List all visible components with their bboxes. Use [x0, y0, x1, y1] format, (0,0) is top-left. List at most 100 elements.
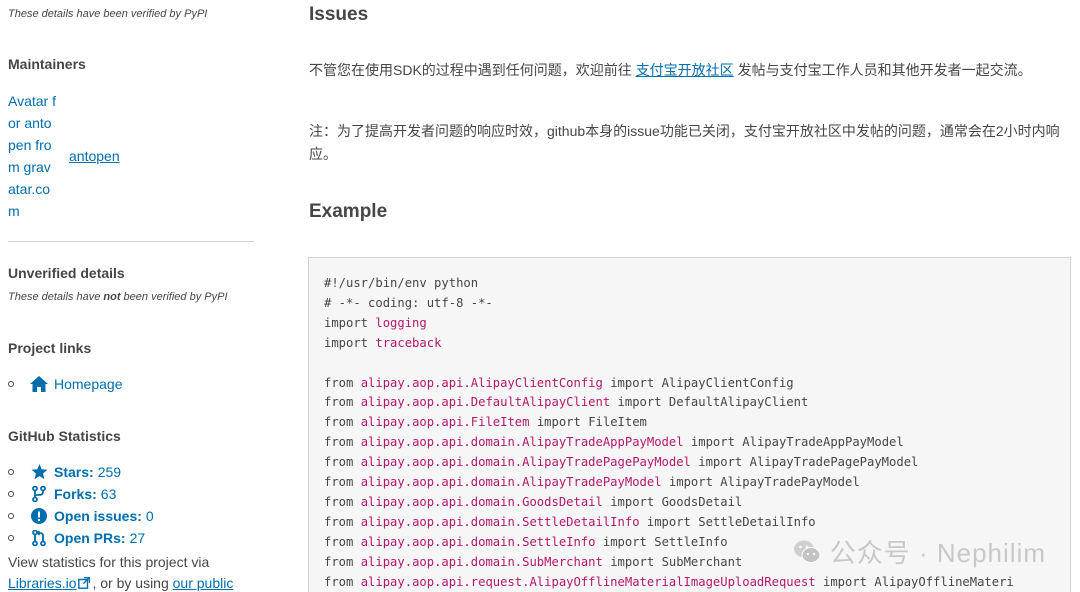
- code-keyword: from: [324, 554, 354, 569]
- code-keyword: from: [324, 415, 354, 430]
- bullet: [8, 491, 14, 497]
- code-keyword: import: [646, 514, 691, 529]
- unverified-note-bold: not: [103, 291, 121, 303]
- code-keyword: import: [324, 315, 369, 330]
- avatar[interactable]: Avatar for antopen from gravatar.com: [8, 90, 58, 222]
- stat-stars[interactable]: Stars: 259: [8, 461, 154, 483]
- code-name: SettleInfo: [654, 534, 728, 549]
- example-title: Example: [309, 201, 388, 222]
- unverified-title: Unverified details: [8, 265, 125, 281]
- code-line: from alipay.aop.api.domain.AlipayTradeAp…: [324, 433, 1014, 453]
- code-name: AlipayOfflineMateri: [874, 574, 1014, 589]
- stats-text-mid: , or by using: [92, 575, 169, 591]
- code-keyword: from: [324, 375, 354, 390]
- code-keyword: from: [324, 475, 354, 490]
- code-line: from alipay.aop.api.domain.AlipayTradePa…: [324, 473, 1014, 493]
- code-name: FileItem: [588, 415, 647, 430]
- code-keyword: import: [690, 435, 735, 450]
- code-line: from alipay.aop.api.domain.GoodsDetail i…: [324, 493, 1014, 513]
- libraries-io-link[interactable]: Libraries.io: [8, 575, 76, 591]
- verified-note: These details have been verified by PyPI: [8, 8, 208, 20]
- code-module: alipay.aop.api.FileItem: [360, 415, 530, 430]
- pull-request-icon: [30, 529, 48, 547]
- code-keyword: import: [602, 534, 647, 549]
- bullet: [8, 513, 14, 519]
- code-keyword: from: [324, 494, 354, 509]
- watermark-text: 公众号 · Nephilim: [829, 538, 1046, 568]
- code-keyword: import: [668, 475, 713, 490]
- stat-value: 27: [129, 530, 146, 546]
- code-module: alipay.aop.api.domain.SettleInfo: [360, 534, 596, 549]
- stat-label: Open PRs:: [54, 530, 126, 546]
- code-name: GoodsDetail: [661, 494, 743, 509]
- maintainers-title: Maintainers: [8, 56, 86, 72]
- code-line: # -*- coding: utf-8 -*-: [324, 294, 1014, 314]
- code-module: alipay.aop.api.domain.SettleDetailInfo: [360, 514, 640, 529]
- code-keyword: import: [610, 554, 655, 569]
- homepage-link[interactable]: Homepage: [8, 373, 123, 395]
- unverified-note-pre: These details have: [8, 291, 104, 303]
- stat-label: Stars:: [54, 464, 94, 480]
- stat-label: Forks:: [54, 486, 97, 502]
- code-keyword: from: [324, 574, 354, 589]
- code-line: from alipay.aop.api.domain.AlipayTradePa…: [324, 453, 1014, 473]
- stat-open-prs[interactable]: Open PRs: 27: [8, 527, 154, 549]
- divider: [8, 241, 254, 242]
- stat-forks[interactable]: Forks: 63: [8, 483, 154, 505]
- code-line: import traceback: [324, 334, 1014, 354]
- stat-open-issues[interactable]: Open issues: 0: [8, 505, 154, 527]
- unverified-note: These details have not been verified by …: [8, 291, 228, 303]
- issue-icon: [30, 507, 48, 525]
- code-keyword: import: [536, 415, 581, 430]
- code-keyword: import: [617, 395, 662, 410]
- code-module: logging: [375, 315, 427, 330]
- code-module: alipay.aop.api.domain.AlipayTradeAppPayM…: [360, 435, 684, 450]
- code-comment: # -*- coding: utf-8 -*-: [324, 295, 493, 310]
- maintainer-entry: Avatar for antopen from gravatar.com ant…: [8, 90, 120, 222]
- code-module: alipay.aop.api.request.AlipayOfflineMate…: [360, 574, 816, 589]
- issues-p1-post: 发帖与支付宝工作人员和其他开发者一起交流。: [733, 62, 1032, 78]
- code-line: import logging: [324, 314, 1014, 334]
- stat-value: 0: [145, 508, 154, 524]
- stat-value: 259: [97, 464, 122, 480]
- code-name: SubMerchant: [661, 554, 743, 569]
- issues-paragraph-2: 注：为了提高开发者问题的响应时效，github本身的issue功能已关闭，支付宝…: [309, 123, 1060, 162]
- code-name: SettleDetailInfo: [698, 514, 816, 529]
- fork-icon: [30, 485, 48, 503]
- stats-text: View statistics for this project via Lib…: [8, 552, 258, 592]
- code-line: #!/usr/bin/env python: [324, 274, 1014, 294]
- code-name: AlipayTradeAppPayModel: [742, 435, 904, 450]
- issues-title: Issues: [309, 4, 369, 25]
- bullet: [8, 381, 14, 387]
- public-dataset-link[interactable]: our public: [173, 575, 234, 591]
- code-module: traceback: [375, 335, 442, 350]
- code-keyword: from: [324, 534, 354, 549]
- maintainer-link[interactable]: antopen: [69, 148, 120, 164]
- code-line: from alipay.aop.api.AlipayClientConfig i…: [324, 374, 1014, 394]
- bullet: [8, 535, 14, 541]
- unverified-note-post: been verified by PyPI: [120, 291, 228, 303]
- home-icon: [30, 375, 48, 393]
- project-links-title: Project links: [8, 340, 92, 356]
- code-module: alipay.aop.api.domain.SubMerchant: [360, 554, 603, 569]
- github-stats-list: Stars: 259 Forks: 63 Open issues: 0 Open…: [8, 461, 154, 549]
- code-module: alipay.aop.api.domain.AlipayTradePagePay…: [360, 455, 691, 470]
- code-module: alipay.aop.api.DefaultAlipayClient: [360, 395, 611, 410]
- sidebar: These details have been verified by PyPI…: [0, 0, 262, 592]
- code-line: from alipay.aop.api.FileItem import File…: [324, 413, 1014, 433]
- code-module: alipay.aop.api.domain.GoodsDetail: [360, 494, 603, 509]
- project-links-list: Homepage: [8, 373, 123, 395]
- alipay-community-link[interactable]: 支付宝开放社区: [636, 62, 734, 78]
- stat-label: Open issues:: [54, 508, 142, 524]
- code-keyword: from: [324, 435, 354, 450]
- stat-value: 63: [100, 486, 117, 502]
- wechat-icon: [792, 537, 822, 567]
- code-keyword: from: [324, 455, 354, 470]
- stats-text-pre: View statistics for this project via: [8, 554, 210, 570]
- homepage-label: Homepage: [54, 376, 123, 392]
- code-keyword: import: [698, 455, 743, 470]
- issues-p1-pre: 不管您在使用SDK的过程中遇到任何问题，欢迎前往: [309, 62, 636, 78]
- code-line: from alipay.aop.api.domain.SettleDetailI…: [324, 513, 1014, 533]
- github-stats-title: GitHub Statistics: [8, 428, 121, 444]
